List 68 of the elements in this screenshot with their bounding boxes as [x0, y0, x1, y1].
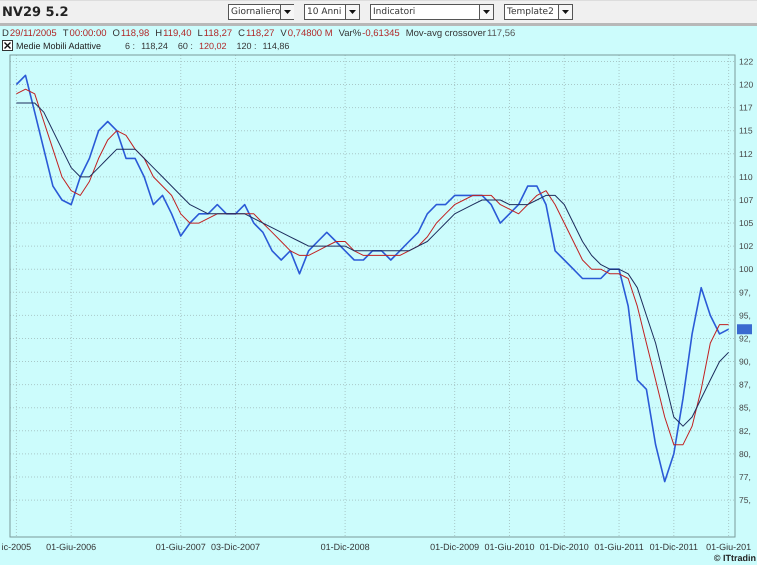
quote-label: D [2, 28, 9, 39]
quote-label: T [62, 28, 69, 39]
y-axis-label: 107 [739, 194, 754, 205]
checkbox[interactable] [2, 40, 13, 51]
quote-label: O [112, 28, 120, 39]
copyright-text: © ITtradin [714, 553, 756, 563]
y-axis-label: 85, [739, 402, 751, 413]
y-axis-label: 77, [739, 472, 751, 482]
caret-icon [558, 5, 572, 19]
quote-value: 118,27 [246, 28, 274, 39]
dropdown[interactable]: Template2 [504, 4, 573, 20]
legend-value: 118,24 [141, 40, 168, 50]
x-axis-label: 01-Giu-2010 [484, 542, 534, 552]
quote-label: H [155, 28, 162, 39]
dropdown[interactable]: Indicatori [370, 4, 494, 20]
x-axis-label: ic-2005 [2, 542, 32, 552]
legend-value: 114,86 [262, 40, 290, 50]
y-axis-label: 75, [739, 495, 751, 506]
chart-title: NV29 5.2 [2, 4, 70, 20]
y-axis-label: 100 [739, 264, 754, 274]
price-marker [737, 324, 752, 334]
caret-icon [280, 5, 294, 19]
y-axis-label: 97, [739, 287, 751, 298]
legend-label: 60 : [178, 40, 193, 50]
x-axis-label: 01-Giu-201 [706, 542, 752, 552]
dropdown[interactable]: Giornaliero [228, 4, 294, 20]
quote-value: 0,74800 M [288, 28, 333, 39]
x-axis-label: 01-Giu-2007 [156, 542, 206, 552]
quote-value: -0,61345 [362, 28, 400, 39]
y-axis-label: 117 [739, 102, 753, 113]
quote-label: Mov-avg crossover [406, 28, 486, 39]
quote-label: L [198, 28, 203, 39]
quote-value: 118,27 [204, 28, 232, 39]
y-axis-label: 110 [739, 172, 753, 182]
y-axis-label: 105 [739, 218, 754, 228]
x-axis-label: 01-Dic-2011 [650, 542, 698, 552]
legend-label: 6 : [125, 40, 136, 50]
y-axis-label: 120 [739, 80, 754, 90]
y-axis-label: 92, [739, 333, 751, 344]
y-axis-label: 112 [739, 148, 753, 159]
y-axis-label: 80, [739, 448, 751, 459]
x-axis-label: 01-Giu-2006 [46, 542, 96, 552]
indicator-name: Medie Mobili Adattive [16, 40, 102, 50]
quote-value: 117,56 [486, 28, 516, 39]
quote-label: Var% [338, 28, 362, 39]
y-axis-label: 82, [739, 426, 751, 436]
dropdown[interactable]: 10 Anni [304, 4, 360, 20]
caret-icon [479, 5, 493, 19]
quote-value: 29/11/2005 [10, 28, 57, 39]
quote-label: V [280, 28, 287, 39]
x-axis-label: 01-Dic-2008 [320, 542, 370, 552]
legend-value: 120,02 [198, 40, 226, 50]
legend-label: 120 : [236, 40, 256, 50]
x-axis-label: 01-Giu-2011 [594, 542, 644, 552]
y-axis-label: 90, [739, 356, 751, 367]
y-axis-label: 102 [739, 241, 754, 252]
quote-value: 00:00:00 [70, 28, 107, 39]
y-axis-label: 122 [739, 56, 754, 66]
y-axis-label: 87, [739, 380, 751, 390]
caret-icon [345, 5, 359, 19]
x-axis-label: 03-Dic-2007 [211, 542, 260, 552]
y-axis-label: 95, [739, 310, 751, 320]
x-axis-label: 01-Dic-2010 [540, 542, 589, 552]
quote-value: 118,98 [120, 28, 150, 39]
quote-value: 119,40 [163, 28, 192, 39]
x-axis-label: 01-Dic-2009 [430, 542, 480, 552]
y-axis-label: 115 [739, 126, 753, 136]
quote-label: C [238, 28, 246, 39]
